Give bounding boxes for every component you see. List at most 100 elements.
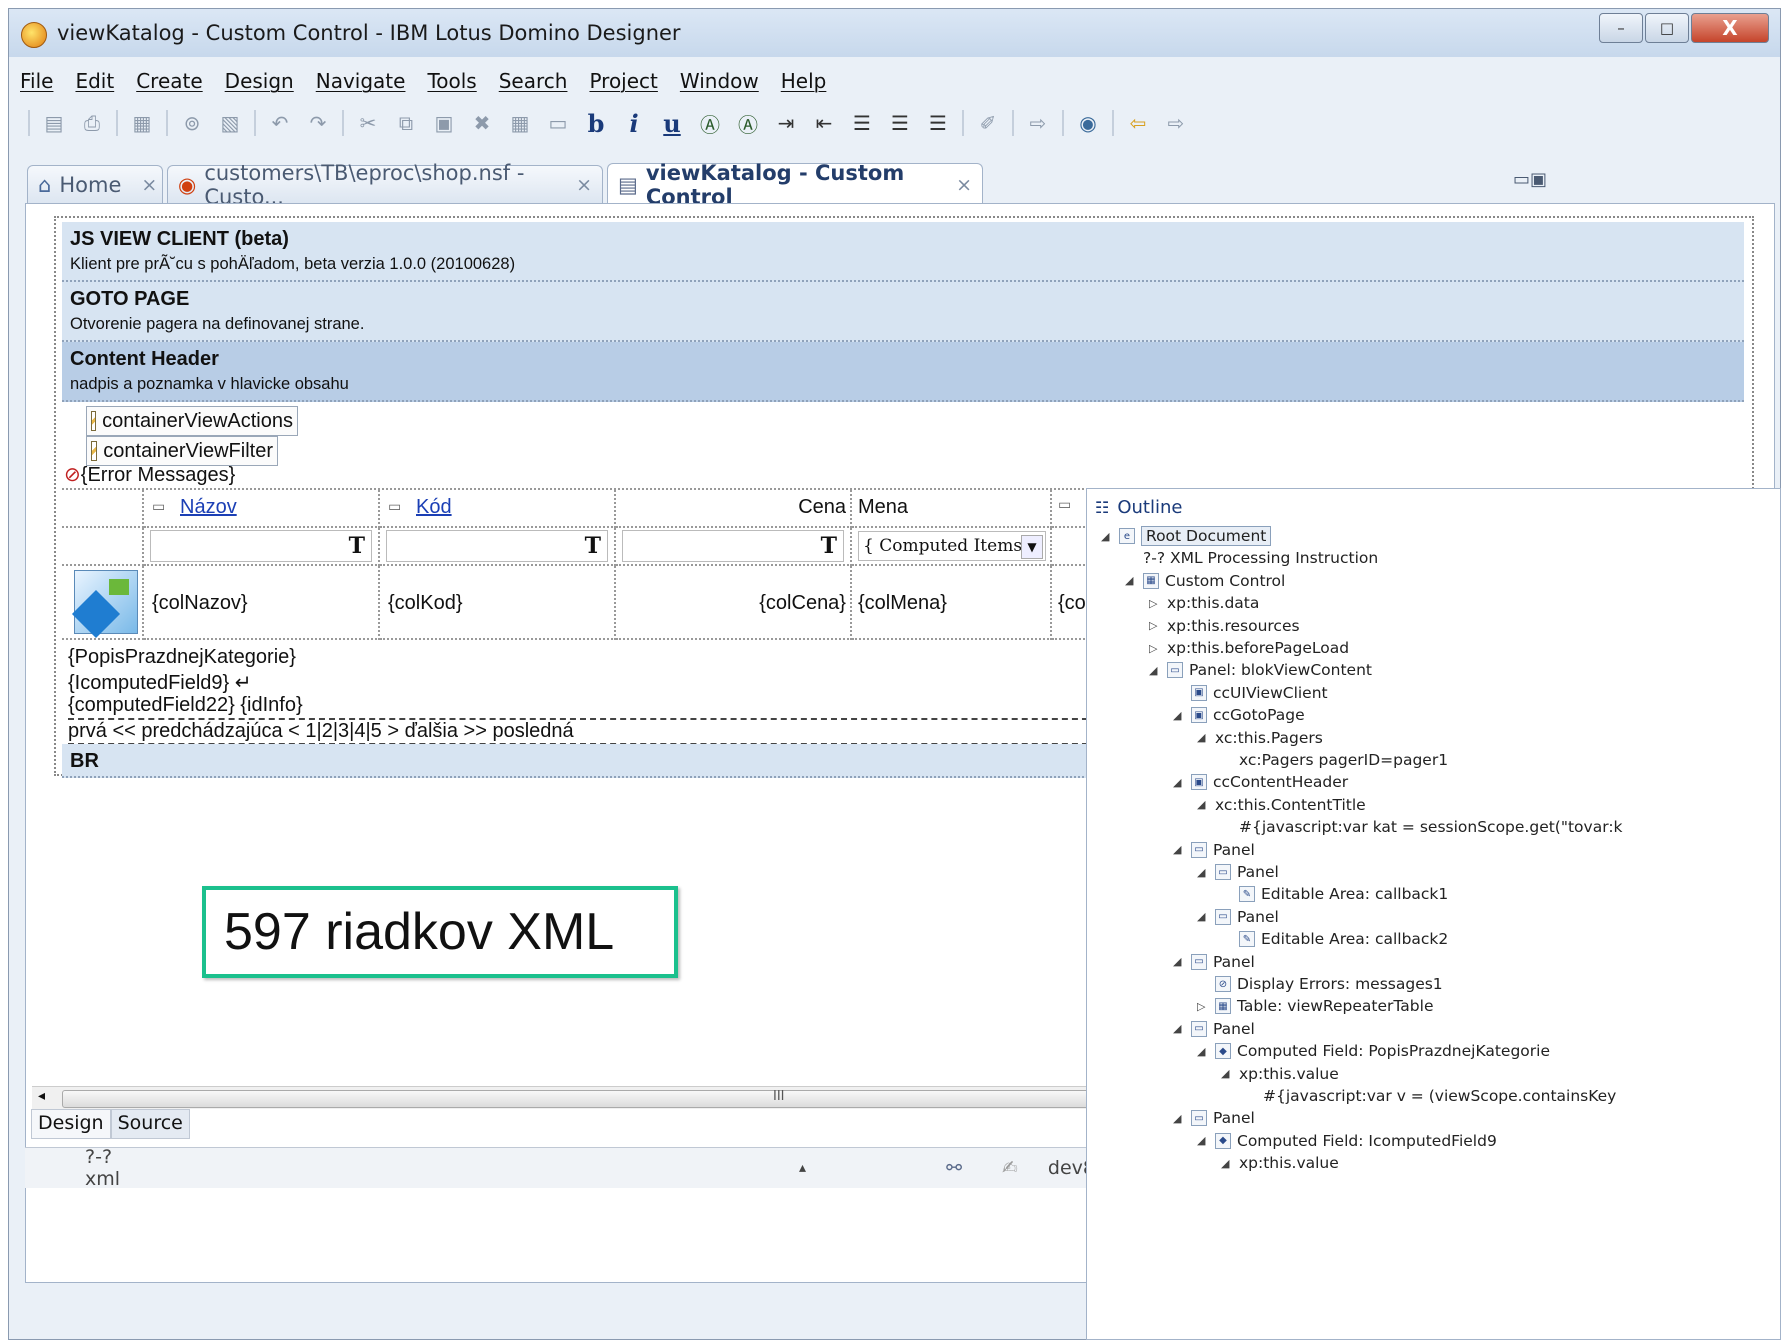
pager[interactable]: prvá << predchádzajúca < 1|2|3|4|5 > ďal… bbox=[68, 718, 1098, 745]
row-cell-cena[interactable]: {colCena} bbox=[616, 566, 852, 640]
collapse-icon[interactable]: ◢ bbox=[1173, 709, 1185, 722]
text-color-icon[interactable]: Ⓐ bbox=[693, 106, 727, 140]
tab-home[interactable]: ⌂ Home × bbox=[27, 165, 163, 203]
expand-icon[interactable]: ▷ bbox=[1149, 642, 1161, 655]
undo-icon[interactable]: ↶ bbox=[263, 106, 297, 140]
print-icon[interactable]: ⎙ bbox=[75, 106, 109, 140]
band-content-header[interactable]: Content Header nadpis a poznamka v hlavi… bbox=[62, 342, 1744, 402]
menu-design[interactable]: Design bbox=[214, 69, 305, 93]
align-center-icon[interactable]: ☰ bbox=[883, 106, 917, 140]
italic-icon[interactable]: i bbox=[617, 106, 651, 140]
column-header-label[interactable]: Kód bbox=[416, 496, 452, 519]
outline-item[interactable]: ▣ ccUIViewClient bbox=[1173, 682, 1328, 704]
indent-icon[interactable]: ⇥ bbox=[769, 106, 803, 140]
filter-cena[interactable]: T bbox=[616, 528, 852, 566]
collapse-icon[interactable]: ◢ bbox=[1173, 776, 1185, 789]
bold-icon[interactable]: b bbox=[579, 106, 613, 140]
highlight-icon[interactable]: Ⓐ bbox=[731, 106, 765, 140]
computed-field-9[interactable]: {IcomputedField9} ↵ bbox=[68, 670, 252, 695]
paste-icon[interactable]: ▣ bbox=[427, 106, 461, 140]
outline-item[interactable]: ◢ ▭ Panel bbox=[1173, 839, 1255, 861]
outline-item[interactable]: ◢ ▣ ccGotoPage bbox=[1173, 704, 1305, 726]
collapse-icon[interactable]: ◢ bbox=[1125, 574, 1137, 587]
computed-field-popis[interactable]: {PopisPrazdnejKategorie} bbox=[68, 646, 296, 669]
forward-icon[interactable]: ⇨ bbox=[1021, 106, 1055, 140]
collapse-icon[interactable]: ◢ bbox=[1197, 1134, 1209, 1147]
menu-edit[interactable]: Edit bbox=[64, 69, 125, 93]
menu-create[interactable]: Create bbox=[125, 69, 213, 93]
outline-item[interactable]: ◢ ◆ Computed Field: IcomputedField9 bbox=[1197, 1130, 1497, 1152]
outline-item[interactable]: xc:Pagers pagerID=pager1 bbox=[1221, 749, 1448, 771]
minimize-button[interactable]: – bbox=[1599, 13, 1643, 43]
filter-input-nazov[interactable]: T bbox=[150, 530, 372, 562]
collapse-icon[interactable]: ◢ bbox=[1149, 664, 1161, 677]
computed-field-22[interactable]: {computedField22} {idInfo} bbox=[68, 694, 303, 717]
underline-icon[interactable]: u bbox=[655, 106, 689, 140]
close-button[interactable]: X bbox=[1691, 13, 1769, 43]
maximize-button[interactable]: □ bbox=[1645, 13, 1689, 43]
align-right-icon[interactable]: ☰ bbox=[921, 106, 955, 140]
cut-icon[interactable]: ✂ bbox=[351, 106, 385, 140]
expand-icon[interactable]: ▷ bbox=[1197, 1000, 1209, 1013]
scrollbar-thumb[interactable]: III bbox=[62, 1089, 1114, 1108]
collapse-icon[interactable]: ◢ bbox=[1173, 843, 1185, 856]
outline-item[interactable]: ◢ xc:this.ContentTitle bbox=[1197, 794, 1366, 816]
row-cell-kod[interactable]: {colKod} bbox=[380, 566, 616, 640]
collapse-icon[interactable]: ◢ bbox=[1197, 866, 1209, 879]
menu-project[interactable]: Project bbox=[578, 69, 668, 93]
globe-icon[interactable]: ◉ bbox=[1071, 106, 1105, 140]
collapse-icon[interactable]: ◢ bbox=[1197, 731, 1209, 744]
filter-mena[interactable]: { Computed Items } ▼ bbox=[852, 528, 1052, 566]
collapse-icon[interactable]: ◢ bbox=[1173, 955, 1185, 968]
box-icon[interactable]: ▭ bbox=[541, 106, 575, 140]
outline-item[interactable]: ◢ ◆ Computed Field: PopisPrazdnejKategorie bbox=[1197, 1040, 1550, 1062]
menu-tools[interactable]: Tools bbox=[416, 69, 487, 93]
outline-item[interactable]: ▷ xp:this.data bbox=[1149, 592, 1259, 614]
column-header-cena[interactable]: Cena bbox=[616, 490, 852, 528]
outline-item[interactable]: ◢ xp:this.value bbox=[1221, 1152, 1339, 1174]
filter-input-kod[interactable]: T bbox=[386, 530, 608, 562]
collapse-icon[interactable]: ◢ bbox=[1197, 1045, 1209, 1058]
band-js-view-client[interactable]: JS VIEW CLIENT (beta) Klient pre prÃ˘cu … bbox=[62, 222, 1744, 282]
column-header-mena[interactable]: Mena bbox=[852, 490, 1052, 528]
filter-nazov[interactable]: T bbox=[144, 528, 380, 566]
binary-icon[interactable]: ▦ bbox=[125, 106, 159, 140]
outline-item[interactable]: ◢ ▦ Custom Control bbox=[1125, 570, 1285, 592]
tab-close-icon[interactable]: × bbox=[956, 174, 972, 196]
id-icon[interactable]: ⊚ bbox=[175, 106, 209, 140]
tab-shop-nsf[interactable]: ◉ customers\TB\eproc\shop.nsf - Custo...… bbox=[167, 161, 603, 209]
horizontal-scrollbar[interactable]: ◂ III bbox=[32, 1086, 1114, 1109]
collapse-icon[interactable]: ◢ bbox=[1221, 1067, 1233, 1080]
outline-item[interactable]: ◢ ▭ Panel bbox=[1173, 1107, 1255, 1129]
outline-item[interactable]: #{javascript:var kat = sessionScope.get(… bbox=[1221, 816, 1623, 838]
band-br[interactable]: BR bbox=[62, 744, 1092, 778]
back-arrow-icon[interactable]: ⇦ bbox=[1121, 106, 1155, 140]
redo-icon[interactable]: ↷ bbox=[301, 106, 335, 140]
outline-item[interactable]: #{javascript:var v = (viewScope.contains… bbox=[1245, 1085, 1616, 1107]
row-cell-mena[interactable]: {colMena} bbox=[852, 566, 1052, 640]
computed-items-select[interactable]: { Computed Items } ▼ bbox=[858, 531, 1046, 561]
filter-input-cena[interactable]: T bbox=[622, 530, 844, 562]
menu-search[interactable]: Search bbox=[488, 69, 579, 93]
copy-icon[interactable]: ⧉ bbox=[389, 106, 423, 140]
band-goto-page[interactable]: GOTO PAGE Otvorenie pagera na definovane… bbox=[62, 282, 1744, 342]
outline-item[interactable]: ◢ ▭ Panel bbox=[1173, 1018, 1255, 1040]
collapse-icon[interactable]: ◢ bbox=[1101, 530, 1113, 543]
outline-item[interactable]: ◢ e Root Document bbox=[1101, 525, 1272, 547]
menu-navigate[interactable]: Navigate bbox=[305, 69, 417, 93]
save-icon[interactable]: ▤ bbox=[37, 106, 71, 140]
chevron-down-icon[interactable]: ▼ bbox=[1021, 535, 1043, 559]
outline-item[interactable]: ✎ Editable Area: callback1 bbox=[1221, 883, 1448, 905]
outline-item[interactable]: ✎ Editable Area: callback2 bbox=[1221, 928, 1448, 950]
collapse-icon[interactable]: ◢ bbox=[1221, 1157, 1233, 1170]
outline-tree[interactable]: ◢ e Root Document ?-? XML Processing Instru… bbox=[1087, 525, 1780, 1339]
forward-arrow-icon[interactable]: ⇨ bbox=[1159, 106, 1193, 140]
collapse-icon[interactable]: ◢ bbox=[1197, 910, 1209, 923]
scroll-left-icon[interactable]: ◂ bbox=[38, 1088, 45, 1104]
collapse-icon[interactable]: ◢ bbox=[1197, 798, 1209, 811]
include-container-view-actions[interactable]: containerViewActions bbox=[86, 406, 298, 436]
tab-close-icon[interactable]: × bbox=[141, 174, 157, 196]
outline-item[interactable]: ▷ xp:this.beforePageLoad bbox=[1149, 637, 1349, 659]
tab-design[interactable]: Design bbox=[31, 1109, 111, 1139]
outline-item[interactable]: ◢ xp:this.value bbox=[1221, 1063, 1339, 1085]
